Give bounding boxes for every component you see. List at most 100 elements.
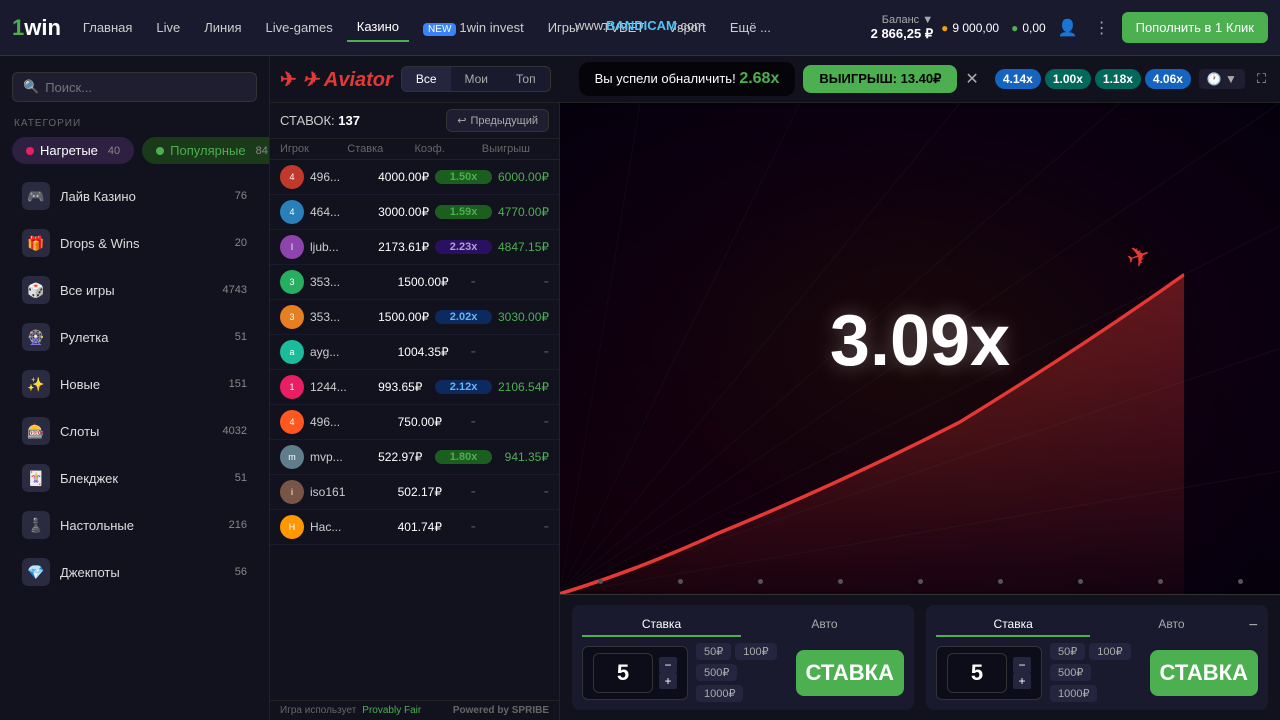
coef-badge: 2.23x [435, 240, 492, 254]
nav-tvbet[interactable]: TVBET [592, 14, 654, 41]
flight-curve [560, 201, 1280, 594]
bet-tab-auto-1[interactable]: Авто [745, 613, 904, 637]
nav-live[interactable]: Live [146, 14, 190, 41]
coef-badge: 1.59x [435, 205, 492, 219]
sidebar-item-table[interactable]: ♟️ Настольные 216 [8, 502, 261, 548]
sidebar-count-table: 216 [229, 519, 247, 531]
player-name: 1244... [310, 380, 378, 394]
search-input[interactable] [45, 80, 246, 95]
search-icon: 🔍 [23, 79, 39, 95]
sidebar-count-blackjack: 51 [235, 472, 247, 484]
nav-more[interactable]: Ещё ... [720, 14, 781, 41]
bet-input-row-2: 5 − + 50₽ 100₽ 500₽ 1000₽ [936, 643, 1258, 702]
nav-games[interactable]: Игры [538, 14, 589, 41]
pill-hot[interactable]: Нагретые 40 [12, 137, 134, 164]
nav-vsport[interactable]: Vsport [658, 14, 716, 41]
player-name: Нас... [310, 520, 398, 534]
prev-button[interactable]: ↩ Предыдущий [446, 109, 549, 132]
top-nav: 1win Главная Live Линия Live-games Казин… [0, 0, 1280, 56]
place-bet-btn-2[interactable]: СТАВКА [1150, 650, 1258, 696]
preset-500-1[interactable]: 500₽ [696, 664, 737, 681]
dot-9 [1238, 579, 1243, 584]
bet-tab-stake-2[interactable]: Ставка [936, 613, 1090, 637]
bet-value: 401.74₽ [398, 520, 471, 534]
sidebar-label-slots: Слоты [60, 424, 223, 439]
sidebar-item-slots[interactable]: 🎰 Слоты 4032 [8, 408, 261, 454]
win-dash: - [476, 518, 549, 536]
sidebar-item-new[interactable]: ✨ Новые 151 [8, 361, 261, 407]
player-avatar: m [280, 445, 304, 469]
history-btn[interactable]: 🕐 ▼ [1199, 69, 1245, 89]
coef-badge: 2.12x [435, 380, 492, 394]
tab-my[interactable]: Мои [451, 67, 503, 91]
bets-table-panel: СТАВОК: 137 ↩ Предыдущий Игрок Ставка Ко… [270, 103, 560, 720]
table-row: 1 1244... 993.65₽ 2.12x 2106.54₽ [270, 370, 559, 405]
notification-text: Вы успели обналичить! [595, 71, 736, 86]
preset-50-2[interactable]: 50₽ [1050, 643, 1085, 660]
search-box[interactable]: 🔍 [12, 72, 257, 102]
table-row: 3 353... 1500.00₽ 2.02x 3030.00₽ [270, 300, 559, 335]
fullscreen-icon-btn[interactable]: ⛶ [1253, 67, 1270, 91]
sidebar-item-drops-wins[interactable]: 🎁 Drops & Wins 20 [8, 220, 261, 266]
bet-tab-auto-2[interactable]: Авто [1094, 613, 1248, 637]
balance-box: Баланс ▼ 2 866,25 ₽ [871, 14, 934, 42]
user-icon-btn[interactable]: 👤 [1054, 14, 1082, 42]
settings-icon-btn[interactable]: ⋮ [1090, 14, 1114, 42]
sidebar-count-new: 151 [229, 378, 247, 390]
mult-2: 1.18x [1095, 69, 1141, 89]
tab-top[interactable]: Топ [502, 67, 550, 91]
remove-panel-btn[interactable]: − [1249, 617, 1258, 635]
pill-pop-label: Популярные [170, 143, 245, 158]
nav-livegames[interactable]: Live-games [256, 14, 343, 41]
category-pills: Нагретые 40 Популярные 84 [0, 133, 269, 172]
stepper-1: − + [659, 657, 677, 689]
stepper-minus-2[interactable]: − [1013, 657, 1031, 673]
player-name: 496... [310, 415, 398, 429]
preset-1000-2[interactable]: 1000₽ [1050, 685, 1097, 702]
gold-coin-value: 9 000,00 [952, 21, 999, 35]
preset-1000-1[interactable]: 1000₽ [696, 685, 743, 702]
dot-8 [1158, 579, 1163, 584]
game-right: ✈ 3.09x [560, 103, 1280, 720]
pill-pop-count: 84 [256, 145, 268, 157]
deposit-button[interactable]: Пополнить в 1 Клик [1122, 12, 1268, 43]
preset-100-1[interactable]: 100₽ [735, 643, 776, 660]
right-panel: ✈ Aviator Все Мои Топ Вы успели обналичи… [270, 56, 1280, 720]
win-value: 4847.15₽ [492, 240, 549, 254]
sidebar-label-roulette: Рулетка [60, 330, 235, 345]
player-avatar: 4 [280, 410, 304, 434]
preset-100-2[interactable]: 100₽ [1089, 643, 1130, 660]
bet-amount-2: 5 [947, 653, 1007, 693]
sidebar-item-jackpots[interactable]: 💎 Джекпоты 56 [8, 549, 261, 595]
tab-all[interactable]: Все [402, 67, 451, 91]
place-bet-btn-1[interactable]: СТАВКА [796, 650, 904, 696]
sidebar-item-live-casino[interactable]: 🎮 Лайв Казино 76 [8, 173, 261, 219]
stepper-plus-2[interactable]: + [1013, 673, 1031, 689]
player-avatar: 1 [280, 375, 304, 399]
nav-invest[interactable]: NEW1win invest [413, 14, 534, 41]
coins-display: ● 9 000,00 ● 0,00 [941, 21, 1046, 35]
game-bets-area: СТАВОК: 137 ↩ Предыдущий Игрок Ставка Ко… [270, 103, 1280, 720]
sidebar-item-blackjack[interactable]: 🃏 Блекджек 51 [8, 455, 261, 501]
sidebar-count-jackpots: 56 [235, 566, 247, 578]
nav-casino[interactable]: Казино [347, 13, 409, 42]
close-notification-btn[interactable]: ✕ [965, 69, 978, 89]
preset-500-2[interactable]: 500₽ [1050, 664, 1091, 681]
aviator-top-bar: ✈ Aviator Все Мои Топ Вы успели обналичи… [270, 56, 1280, 103]
stepper-minus-1[interactable]: − [659, 657, 677, 673]
bet-tab-stake-1[interactable]: Ставка [582, 613, 741, 637]
sidebar-item-all-games[interactable]: 🎲 Все игры 4743 [8, 267, 261, 313]
table-row: l ljub... 2173.61₽ 2.23x 4847.15₽ [270, 230, 559, 265]
roulette-icon: 🎡 [22, 323, 50, 351]
win-label: ВЫИГРЫШ: [819, 71, 897, 86]
nav-home[interactable]: Главная [73, 14, 142, 41]
stepper-plus-1[interactable]: + [659, 673, 677, 689]
sidebar-item-roulette[interactable]: 🎡 Рулетка 51 [8, 314, 261, 360]
bet-value: 1500.00₽ [398, 275, 471, 289]
bet-value: 1004.35₽ [398, 345, 471, 359]
dot-2 [678, 579, 683, 584]
nav-line[interactable]: Линия [194, 14, 251, 41]
balance-label[interactable]: Баланс ▼ [882, 14, 933, 26]
pill-popular[interactable]: Популярные 84 [142, 137, 270, 164]
preset-50-1[interactable]: 50₽ [696, 643, 731, 660]
